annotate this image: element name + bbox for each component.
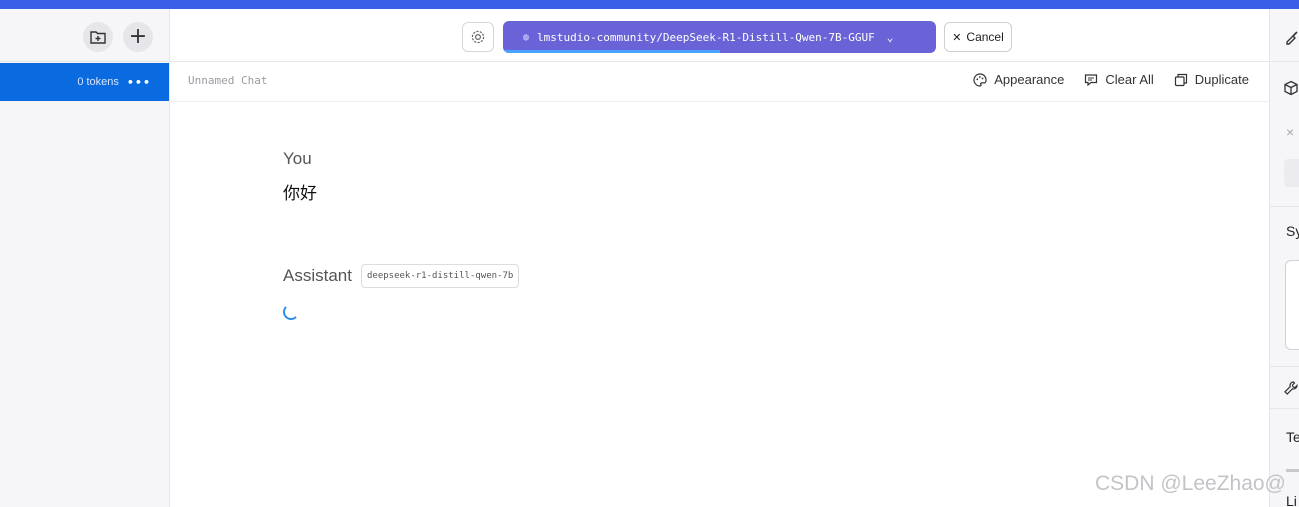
temperature-slider[interactable] <box>1286 469 1299 472</box>
chat-token-count: 0 tokens <box>77 76 119 88</box>
flask-icon <box>1286 31 1298 45</box>
close-preset-icon[interactable]: × <box>1286 124 1294 140</box>
watermark-text: CSDN @LeeZhao@ <box>1095 472 1286 495</box>
new-folder-button[interactable] <box>83 22 113 52</box>
clear-all-label: Clear All <box>1105 72 1154 87</box>
model-selector[interactable]: ◍ lmstudio-community/DeepSeek-R1-Distill… <box>503 21 936 53</box>
close-icon: ✕ <box>952 31 962 44</box>
temperature-label: Te <box>1286 429 1299 445</box>
cube-icon <box>1284 80 1298 96</box>
palette-icon <box>973 72 987 87</box>
clear-all-button[interactable]: Clear All <box>1084 72 1154 87</box>
settings-button[interactable] <box>462 22 494 52</box>
cancel-load-button[interactable]: ✕ Cancel <box>944 22 1012 52</box>
chat-list-item-active[interactable]: 0 tokens ••• <box>0 63 169 101</box>
duplicate-icon <box>1174 73 1187 86</box>
appearance-button[interactable]: Appearance <box>973 72 1064 87</box>
wrench-icon <box>1284 381 1298 395</box>
more-options-icon[interactable]: ••• <box>127 76 151 89</box>
new-chat-button[interactable]: + <box>123 22 153 52</box>
assistant-model-badge: deepseek-r1-distill-qwen-7b <box>360 264 520 288</box>
model-name: lmstudio-community/DeepSeek-R1-Distill-Q… <box>537 30 875 44</box>
sidebar-toolbar: + <box>0 9 169 62</box>
user-message-text: 你好 <box>283 184 317 204</box>
settings-panel: × Sy Te Li <box>1269 9 1299 507</box>
system-prompt-label: Sy <box>1286 223 1299 239</box>
appearance-label: Appearance <box>994 72 1065 87</box>
system-prompt-input[interactable] <box>1285 260 1299 350</box>
chat-subheader: Unnamed Chat Appearance Clear All Duplic… <box>170 62 1269 102</box>
model-load-progress <box>503 50 720 53</box>
model-icon: ◍ <box>523 31 530 43</box>
assistant-role-label: Assistant <box>283 266 352 285</box>
preset-section: × <box>1270 62 1299 207</box>
duplicate-label: Duplicate <box>1194 72 1249 87</box>
loading-spinner-icon <box>283 304 299 320</box>
assistant-message-header: Assistant deepseek-r1-distill-qwen-7b <box>283 264 520 288</box>
chat-main: ◍ lmstudio-community/DeepSeek-R1-Distill… <box>170 9 1269 507</box>
top-accent-bar <box>0 0 1299 9</box>
system-prompt-section: Sy <box>1270 207 1299 367</box>
model-header: ◍ lmstudio-community/DeepSeek-R1-Distill… <box>170 9 1269 62</box>
gear-icon <box>471 30 485 44</box>
plus-icon: + <box>128 24 148 49</box>
duplicate-button[interactable]: Duplicate <box>1174 72 1249 87</box>
preset-select[interactable] <box>1284 159 1299 187</box>
cancel-label: Cancel <box>966 30 1004 44</box>
chat-sidebar: + 0 tokens ••• <box>0 9 170 507</box>
inference-params-header <box>1270 367 1299 409</box>
folder-plus-icon <box>90 31 106 44</box>
user-role-label: You <box>283 149 312 168</box>
user-message: You 你好 <box>283 149 317 204</box>
chevron-down-icon: ⌄ <box>886 30 894 44</box>
clear-chat-icon <box>1085 73 1098 86</box>
chat-title[interactable]: Unnamed Chat <box>188 74 267 87</box>
panel-header-row <box>1270 9 1299 62</box>
chat-actions: Appearance Clear All Duplicate <box>973 72 1249 87</box>
limit-label: Li <box>1286 493 1297 507</box>
